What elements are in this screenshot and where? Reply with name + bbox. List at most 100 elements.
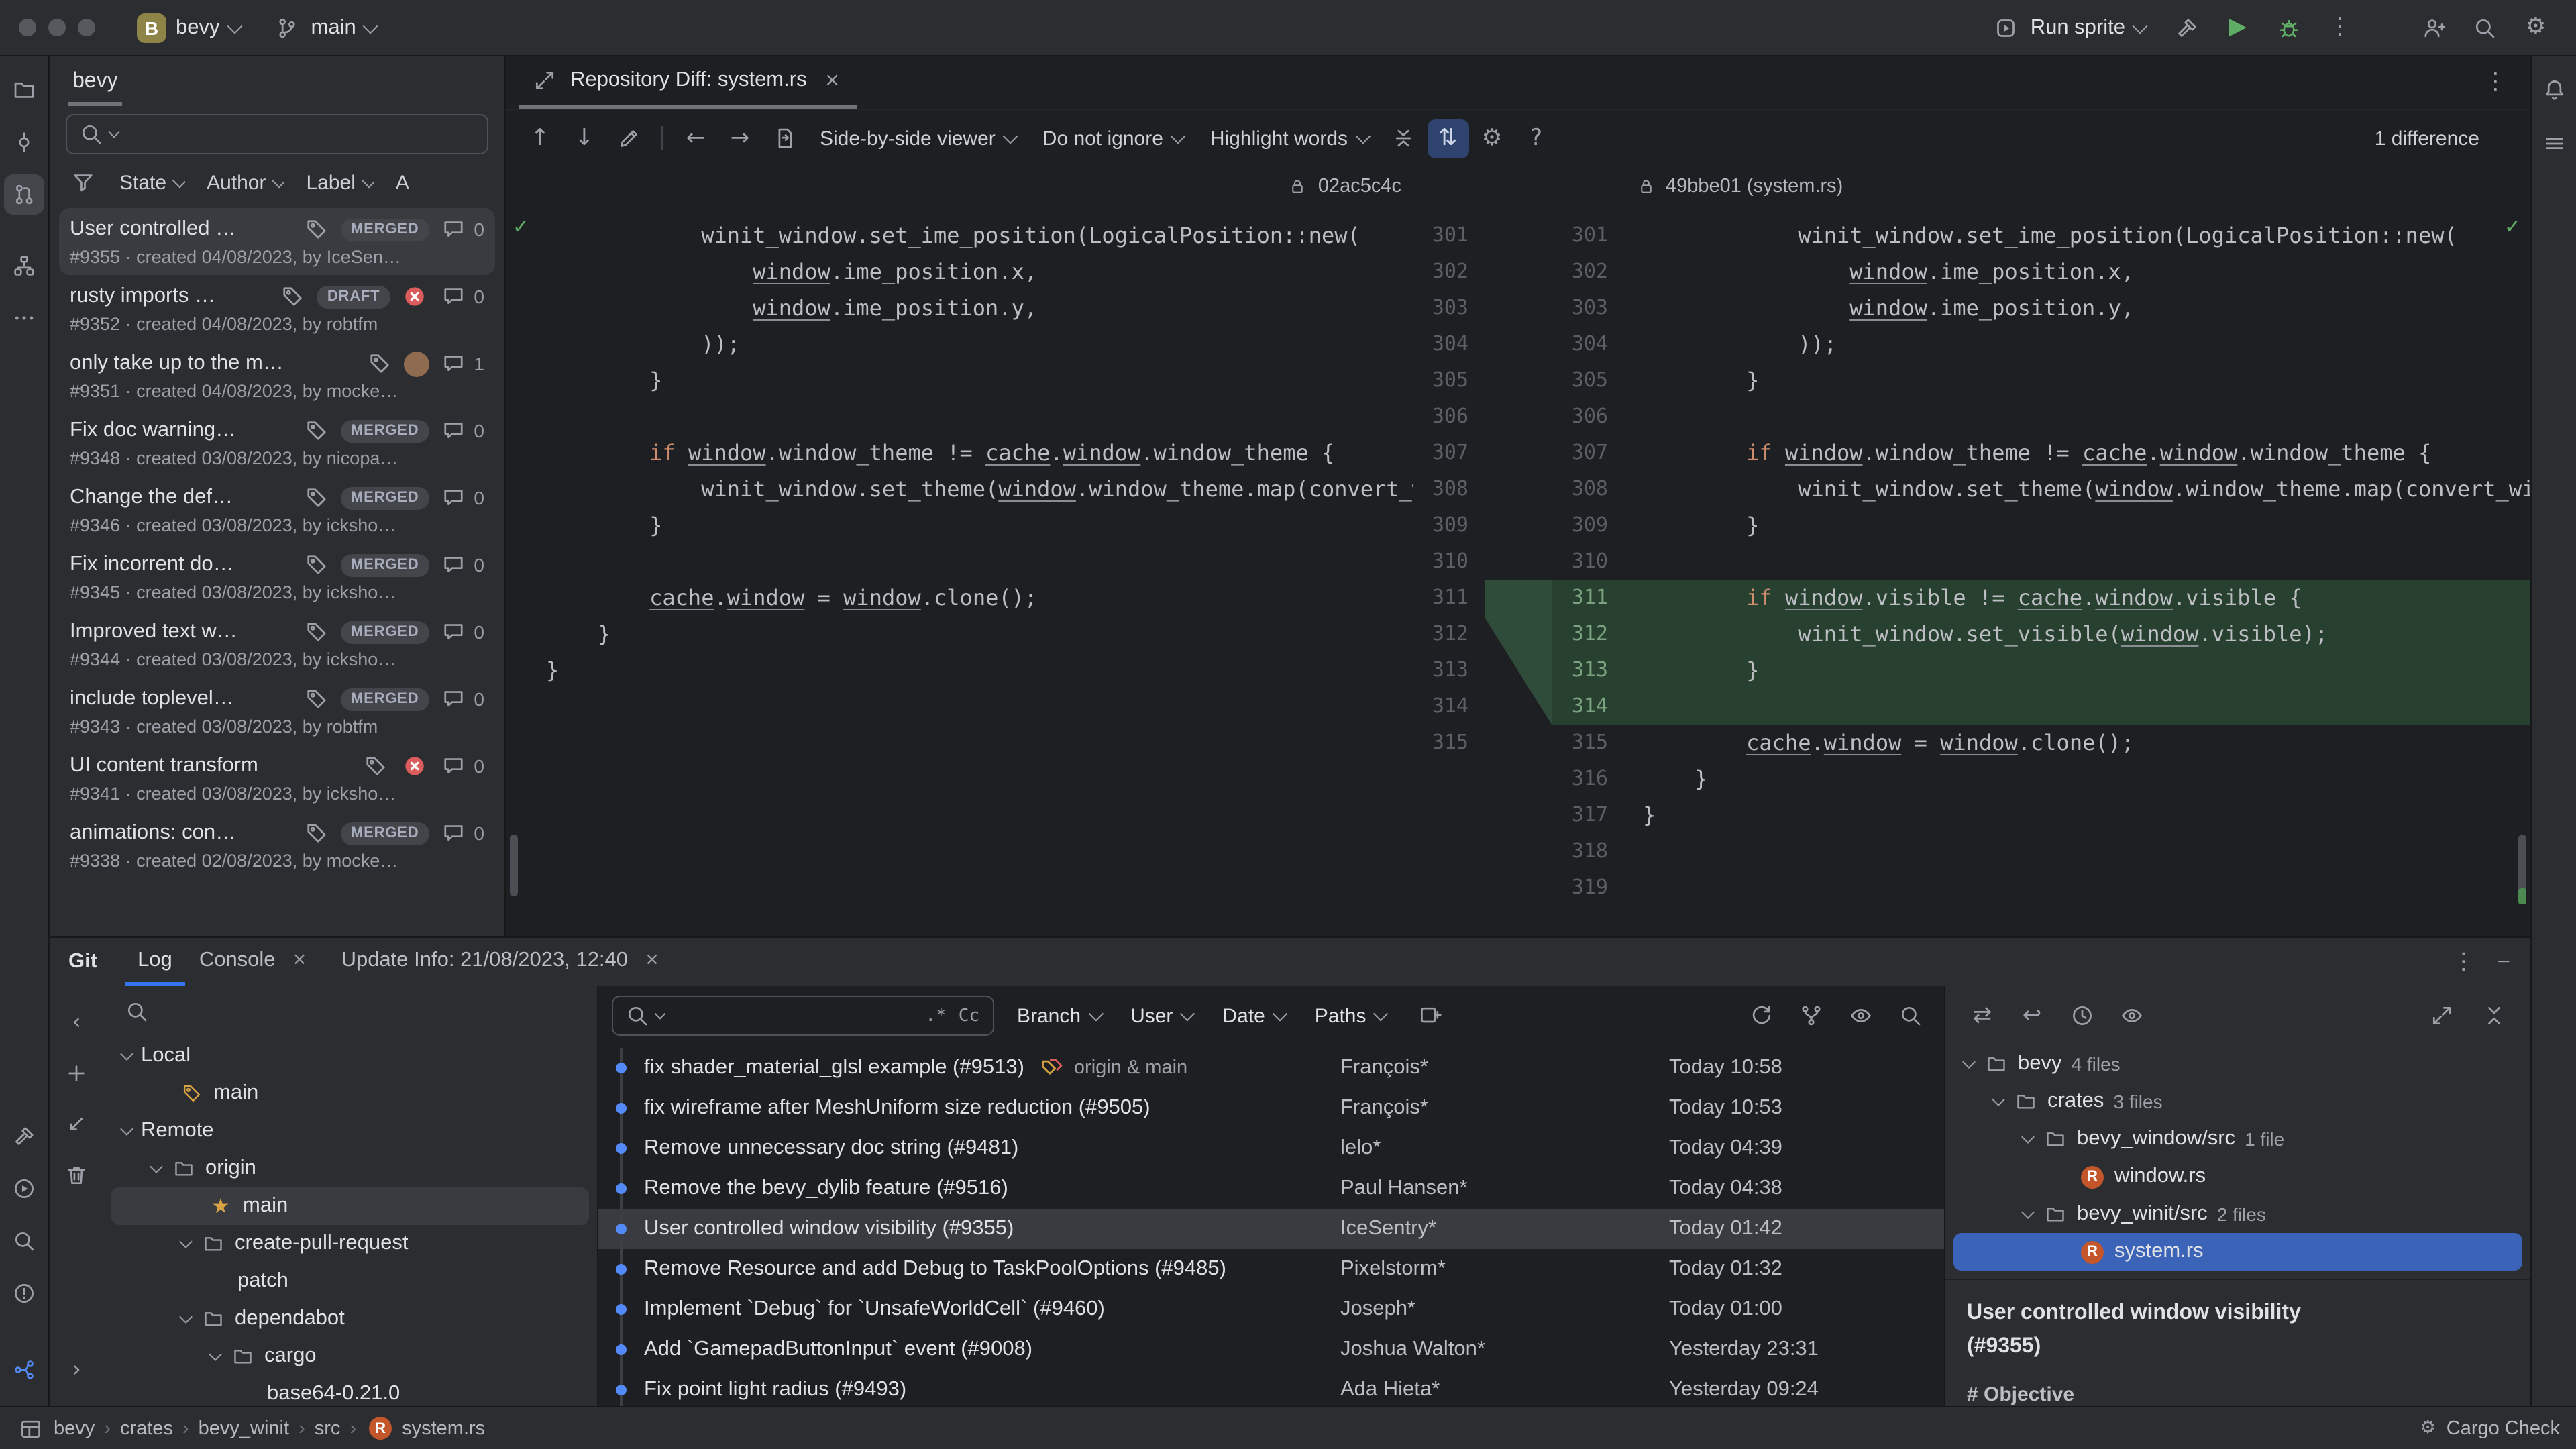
- zoom-window-button[interactable]: [78, 19, 95, 36]
- pr-list-item[interactable]: only take up to the m… 1 #9351 · created 0…: [59, 342, 495, 409]
- update-branch-button[interactable]: ↙: [56, 1104, 97, 1144]
- chevron-expanded-icon[interactable]: [2021, 1130, 2035, 1144]
- debug-button[interactable]: [2267, 7, 2310, 48]
- changed-file-item[interactable]: bevy_window/src 1 file: [1953, 1120, 2522, 1158]
- hide-panel-button[interactable]: ─: [2496, 942, 2512, 982]
- filter-date[interactable]: Date: [1210, 998, 1297, 1034]
- tab-update-info-21-08-2023-12-40[interactable]: Update Info: 21/08/2023, 12:40 ×: [328, 938, 680, 986]
- branch-item[interactable]: cargo: [111, 1338, 589, 1375]
- help-button[interactable]: ?: [1515, 119, 1557, 158]
- right-stripe-button[interactable]: [2534, 123, 2574, 164]
- left-scrollbar-thumb[interactable]: [510, 835, 518, 896]
- new-log-tab-button[interactable]: [1409, 996, 1452, 1036]
- project-button[interactable]: [4, 70, 44, 110]
- commit-row[interactable]: fix shader_material_glsl example (#9513)…: [598, 1048, 1944, 1088]
- tab-log[interactable]: Log: [124, 938, 186, 986]
- settings-button[interactable]: ⚙: [2514, 7, 2557, 48]
- problems-button[interactable]: [4, 1273, 44, 1313]
- close-tab-icon[interactable]: ×: [285, 945, 315, 975]
- pr-list-item[interactable]: include toplevel… MERGED 0 #9343 · created …: [59, 678, 495, 745]
- chevron-expanded-icon[interactable]: [179, 1310, 193, 1324]
- expand-details-button[interactable]: [2420, 996, 2462, 1035]
- search-history-icon[interactable]: [654, 1008, 666, 1020]
- search-everywhere-button[interactable]: [2463, 7, 2506, 48]
- pr-list-item[interactable]: Change the def… MERGED 0 #9346 · created 03…: [59, 476, 495, 543]
- vcs-branch-widget[interactable]: main: [260, 6, 388, 49]
- search-branches-icon[interactable]: [122, 997, 152, 1026]
- branch-graph-button[interactable]: [1790, 996, 1831, 1035]
- chevron-expanded-icon[interactable]: [179, 1235, 193, 1248]
- changed-file-item[interactable]: bevy 4 files: [1953, 1045, 2522, 1083]
- branch-item[interactable]: origin: [111, 1150, 589, 1187]
- tab-repository-diff[interactable]: Repository Diff: system.rs ×: [519, 56, 858, 109]
- collapse-unchanged-button[interactable]: [1383, 119, 1424, 158]
- filter-paths[interactable]: Paths: [1303, 998, 1399, 1034]
- history-button[interactable]: [2061, 996, 2102, 1035]
- match-case-toggle[interactable]: Cc: [955, 1006, 983, 1026]
- diff-right-editor[interactable]: ✓ winit_window.set_ime_position(LogicalP…: [1624, 207, 2530, 936]
- pr-filter-state[interactable]: State: [119, 171, 186, 194]
- filter-branch[interactable]: Branch: [1005, 998, 1113, 1034]
- hide-panel-button[interactable]: ‹: [56, 1002, 97, 1042]
- close-tab-icon[interactable]: ×: [818, 66, 847, 95]
- pr-search-field[interactable]: [66, 114, 488, 154]
- commit-button[interactable]: [4, 122, 44, 162]
- rollback-button[interactable]: ↩: [2011, 996, 2053, 1035]
- version-control-button[interactable]: [4, 1350, 44, 1390]
- notifications-button[interactable]: [2534, 70, 2574, 110]
- pr-panel-tab[interactable]: bevy: [68, 58, 122, 105]
- pr-list-item[interactable]: rusty imports … DRAFT 0 #9352 · created 04/…: [59, 275, 495, 342]
- pr-list-item[interactable]: Improved text w… MERGED 0 #9344 · created 0…: [59, 610, 495, 678]
- view-options-button[interactable]: [1839, 996, 1881, 1035]
- branch-item[interactable]: base64-0.21.0: [111, 1375, 589, 1406]
- refresh-button[interactable]: [1740, 996, 1782, 1035]
- new-branch-button[interactable]: [56, 1053, 97, 1093]
- pr-list-item[interactable]: animations: con… MERGED 0 #9338 · created 0…: [59, 812, 495, 879]
- structure-button[interactable]: [4, 246, 44, 286]
- pr-filter-label[interactable]: Label: [306, 171, 374, 194]
- diff-settings-button[interactable]: ⚙: [1471, 119, 1513, 158]
- cargo-check-widget[interactable]: ⚙ Cargo Check: [2417, 1413, 2560, 1443]
- preview-button[interactable]: [2110, 996, 2152, 1035]
- breadcrumb-item[interactable]: src: [315, 1417, 341, 1439]
- changed-file-item[interactable]: Rsystem.rs: [1953, 1233, 2522, 1271]
- services-button[interactable]: [4, 1169, 44, 1209]
- regex-toggle[interactable]: .*: [921, 1006, 950, 1026]
- pr-list-item[interactable]: User controlled … MERGED 0 #9355 · created …: [59, 208, 495, 275]
- chevron-expanded-icon[interactable]: [209, 1348, 222, 1361]
- more-tools-button[interactable]: [4, 298, 44, 338]
- diff-left-editor[interactable]: ✓ winit_window.set_ime_position(LogicalP…: [506, 207, 1412, 936]
- project-widget[interactable]: B bevy: [125, 6, 252, 49]
- next-file-button[interactable]: →: [719, 119, 761, 158]
- changed-file-item[interactable]: crates 3 files: [1953, 1083, 2522, 1120]
- window-controls[interactable]: [19, 19, 95, 36]
- synchronize-scrolling-button[interactable]: ⇅: [1427, 119, 1468, 158]
- breadcrumb-item[interactable]: crates: [120, 1417, 173, 1439]
- pr-filter-a[interactable]: A: [396, 171, 409, 194]
- previous-file-button[interactable]: ←: [675, 119, 716, 158]
- expand-panel-button[interactable]: ›: [56, 1350, 97, 1390]
- chevron-expanded-icon[interactable]: [2021, 1205, 2035, 1219]
- go-to-changed-file-button[interactable]: [763, 119, 805, 158]
- right-scrollbar-thumb[interactable]: [2518, 835, 2526, 896]
- pr-search-input[interactable]: [122, 123, 478, 146]
- chevron-expanded-icon[interactable]: [1962, 1055, 1976, 1069]
- run-button[interactable]: ▶: [2216, 7, 2259, 48]
- commit-row[interactable]: User controlled window visibility (#9355…: [598, 1209, 1944, 1249]
- find-button[interactable]: [4, 1221, 44, 1261]
- delete-branch-button[interactable]: [56, 1155, 97, 1195]
- breadcrumb-item[interactable]: bevy: [54, 1417, 95, 1439]
- branch-item[interactable]: Remote: [111, 1112, 589, 1150]
- build-button[interactable]: [4, 1116, 44, 1157]
- chevron-expanded-icon[interactable]: [150, 1160, 163, 1173]
- build-button[interactable]: [2165, 7, 2208, 48]
- branch-item[interactable]: dependabot: [111, 1300, 589, 1338]
- previous-difference-button[interactable]: ↑: [519, 119, 561, 158]
- commit-row[interactable]: fix wireframe after MeshUniform size red…: [598, 1088, 1944, 1128]
- branch-item[interactable]: ★ main: [111, 1187, 589, 1225]
- branch-item[interactable]: Local: [111, 1037, 589, 1075]
- compare-button[interactable]: ⇄: [1962, 996, 2003, 1035]
- pr-list-item[interactable]: Fix doc warning… MERGED 0 #9348 · created 0…: [59, 409, 495, 476]
- pr-list-item[interactable]: Fix incorrent do… MERGED 0 #9345 · created …: [59, 543, 495, 610]
- commit-search-input[interactable]: [668, 1004, 918, 1027]
